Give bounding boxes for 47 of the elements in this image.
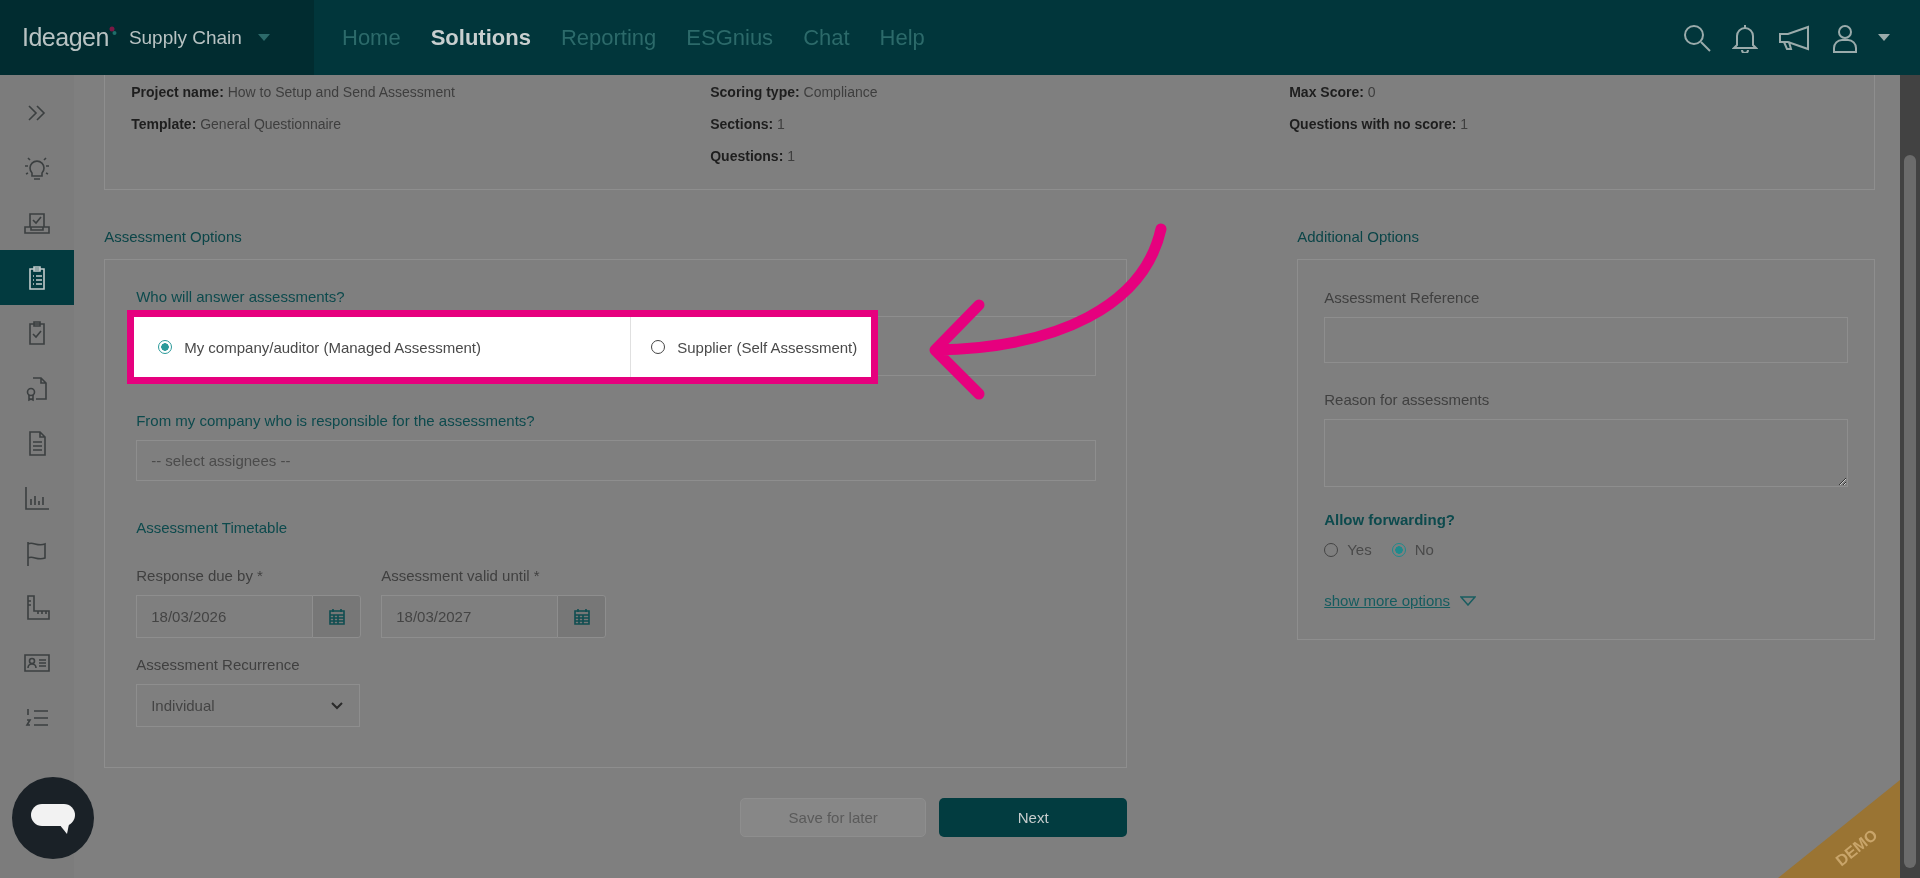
field-label: Assessment Recurrence [136,656,300,673]
summary-field: Max Score: 0 [1289,84,1849,100]
calendar-button[interactable] [557,595,607,638]
sidebar-item[interactable] [0,250,75,305]
subsection-title: Assessment Timetable [136,519,288,536]
caret-icon[interactable] [257,34,270,41]
summary-field: Questions: 1 [710,148,1290,164]
section-title: Assessment Options [104,228,243,245]
logo: Ideagen [22,23,109,52]
logo-mark-icon [108,25,117,36]
nav-link[interactable]: Solutions [430,24,531,51]
product-switcher[interactable]: Supply Chain [128,26,242,49]
radio-button[interactable] [651,340,666,354]
field-label: Who will answer assessments? [136,288,345,305]
calendar-button[interactable] [312,595,362,638]
section-title: Additional Options [1297,228,1420,245]
bell-icon[interactable] [1732,22,1758,53]
summary-field: Sections: 1 [710,116,1290,132]
reason-field[interactable] [1324,419,1849,487]
field-label: Assessment valid until * [381,567,541,584]
calendar-icon [572,607,591,626]
summary-field: Scoring type: Compliance [710,84,1290,100]
chevron-down-icon [331,701,344,710]
date-field[interactable]: 18/03/2026 [136,595,313,638]
search-icon[interactable] [1682,22,1712,53]
next-button[interactable]: Next [939,798,1128,837]
field-label: From my company who is responsible for the assessments? [136,412,535,429]
date-field[interactable]: 18/03/2027 [381,595,558,638]
summary-field: Project name: How to Setup and Send Assessment [131,84,711,100]
field-label: Response due by * [136,567,264,584]
triangle-down-icon[interactable] [1460,595,1477,606]
radio-button[interactable] [158,340,173,354]
show-more-link[interactable]: show more options [1324,592,1451,609]
field-label: Allow forwarding? [1324,511,1456,528]
summary-field: Template: General Questionnaire [131,116,711,132]
megaphone-icon[interactable] [1778,24,1812,51]
scrollbar[interactable] [1900,75,1920,878]
radio-option[interactable]: Supplier (Self Assessment) [630,317,872,377]
user-icon[interactable] [1832,22,1858,53]
caret-icon[interactable] [1878,34,1890,41]
radio-option[interactable]: My company/auditor (Managed Assessment) [134,317,607,377]
radio-button[interactable] [1391,542,1406,557]
field-label: Reason for assessments [1324,391,1490,408]
recurrence-select[interactable]: Individual [136,684,361,727]
field-label: Assessment Reference [1324,289,1480,306]
calendar-icon [327,607,346,626]
summary-field: Questions with no score: 1 [1289,116,1849,132]
